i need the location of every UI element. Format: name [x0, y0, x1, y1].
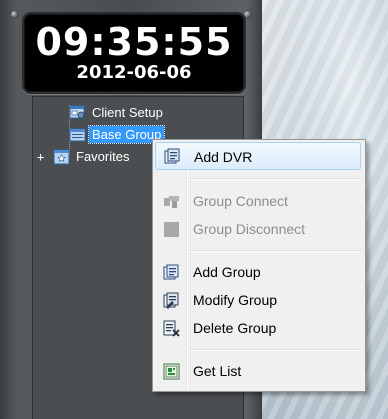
digital-clock: 09:35:55 2012-06-06	[22, 12, 246, 94]
delete-group-icon	[163, 320, 180, 337]
add-dvr-icon	[164, 148, 180, 164]
group-folder-icon	[69, 128, 86, 141]
menu-item-label: Add DVR	[194, 149, 253, 165]
tree-item-label: Client Setup	[92, 104, 163, 120]
modify-group-icon	[163, 292, 179, 309]
clock-date: 2012-06-06	[76, 62, 192, 83]
menu-item-modify-group[interactable]: Modify Group	[155, 288, 361, 312]
menu-item-label: Get List	[193, 363, 242, 379]
client-setup-icon	[69, 105, 85, 118]
context-menu: Add DVR Group Connect Group Disconnect A…	[152, 139, 366, 392]
tree-item-base-group[interactable]: Base Group	[69, 124, 166, 144]
menu-item-label: Delete Group	[193, 320, 277, 336]
menu-item-group-connect[interactable]: Group Connect	[155, 189, 361, 213]
group-disconnect-icon	[164, 222, 179, 237]
menu-item-group-disconnect[interactable]: Group Disconnect	[155, 217, 361, 241]
group-connect-icon	[164, 196, 179, 208]
menu-item-get-list[interactable]: Get List	[155, 359, 361, 383]
menu-separator	[189, 349, 362, 351]
favorites-icon	[53, 149, 70, 164]
get-list-icon	[163, 363, 180, 380]
tree-item-favorites[interactable]: Favorites	[53, 146, 132, 166]
menu-item-add-group[interactable]: Add Group	[155, 260, 361, 284]
clock-time: 09:35:55	[35, 20, 233, 64]
expand-toggle[interactable]: +	[37, 151, 44, 163]
rivet-top-left	[11, 11, 18, 18]
menu-item-add-dvr[interactable]: Add DVR	[155, 142, 361, 170]
menu-item-label: Add Group	[193, 264, 261, 280]
menu-item-label: Group Disconnect	[193, 221, 306, 237]
menu-item-delete-group[interactable]: Delete Group	[155, 316, 361, 340]
tree-item-client-setup[interactable]: Client Setup	[69, 102, 166, 122]
menu-item-label: Group Connect	[193, 193, 288, 209]
menu-separator	[189, 178, 362, 180]
app-window: 09:35:55 2012-06-06 Client Setup Base Gr…	[0, 0, 388, 419]
tree-item-label: Favorites	[76, 148, 130, 164]
add-group-icon	[163, 264, 179, 280]
menu-separator	[189, 250, 362, 252]
menu-item-label: Modify Group	[193, 292, 278, 308]
